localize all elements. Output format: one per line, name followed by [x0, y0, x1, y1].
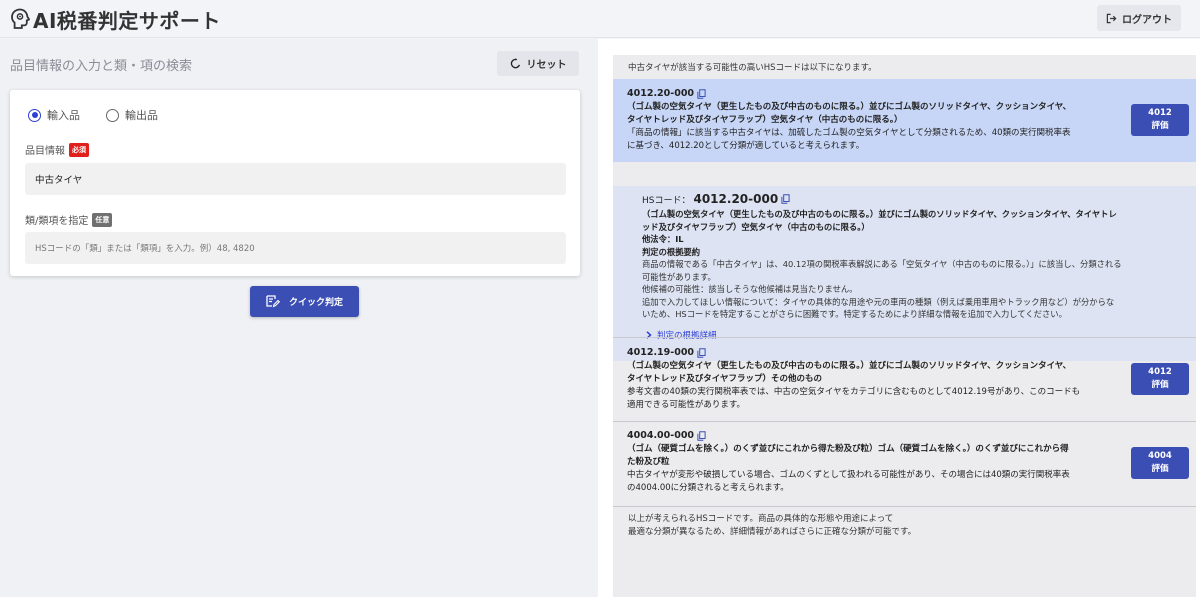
evaluate-button[interactable]: 4012 評価: [1131, 363, 1189, 395]
class-input[interactable]: HSコードの「類」または「類項」を入力。例）48, 4820: [25, 232, 566, 264]
top-bar: AI税番判定サポート ログアウト: [0, 0, 1200, 38]
quick-judge-label: クイック判定: [289, 295, 343, 308]
candidate-title-line: タイヤトレッド及びタイヤフラップ）その他のもの: [627, 374, 822, 384]
reset-label: リセット: [527, 56, 567, 71]
result-intro: 中古タイヤが該当する可能性の高いHSコードは以下になります。: [628, 61, 877, 73]
candidate-code: 4012.19-000: [627, 347, 706, 358]
candidate-title-line: （ゴム（硬質ゴムを除く。）のくず並びにこれから得た粉及び粒）ゴム（硬質ゴムを除く…: [627, 444, 1069, 454]
divider: [613, 506, 1196, 507]
candidate-card[interactable]: 4012.19-000 （ゴム製の空気タイヤ（更生したもの及び中古のものに限る。…: [613, 343, 1196, 425]
app-title: AI税番判定サポート: [33, 5, 221, 34]
candidate-code: 4012.20-000: [627, 88, 706, 99]
divider: [613, 421, 1196, 422]
candidate-card[interactable]: 4012.20-000 （ゴム製の空気タイヤ（更生したもの及び中古のものに限る。…: [613, 79, 1196, 162]
evaluate-label: 評価: [1151, 120, 1168, 133]
closing-line: 最適な分類が異なるため、詳細情報があればさらに正確な分類が可能です。: [628, 527, 916, 537]
detail-code-prefix: HSコード：: [642, 193, 690, 206]
copy-icon[interactable]: [697, 348, 706, 358]
detail-extra-line: 追加で入力してほしい情報について：タイヤの具体的な用途や元の車両の種類（例えば乗…: [642, 297, 1114, 307]
result-closing-note: 以上が考えられるHSコードです。商品の具体的な形態や用途によって 最適な分類が異…: [628, 513, 1128, 539]
input-pane: 品目情報の入力と類・項の検索 リセット 輸入品 輸出品 品目情報 必須 中古タイ…: [0, 39, 598, 597]
export-radio-label[interactable]: 輸出品: [125, 107, 158, 123]
detail-basis-line: 商品の情報である「中古タイヤ」は、40.12項の関税率表解説にある「空気タイヤ（…: [642, 259, 1122, 269]
candidate-description: （ゴム（硬質ゴムを除く。）のくず並びにこれから得た粉及び粒）ゴム（硬質ゴムを除く…: [627, 443, 1117, 495]
evaluate-code: 4012: [1148, 107, 1172, 120]
closing-line: 以上が考えられるHSコードです。商品の具体的な形態や用途によって: [628, 514, 893, 524]
basis-detail-link-text: 判定の根拠詳細: [657, 329, 717, 341]
evaluate-button[interactable]: 4012 評価: [1131, 104, 1189, 136]
class-label-text: 類/類項を指定: [25, 212, 88, 227]
candidate-code-text: 4012.20-000: [627, 88, 694, 99]
detail-basis-line: 可能性があります。: [642, 272, 716, 282]
candidate-code-text: 4004.00-000: [627, 430, 694, 441]
copy-icon[interactable]: [781, 194, 790, 204]
copy-icon[interactable]: [697, 431, 706, 441]
evaluate-code: 4012: [1148, 366, 1172, 379]
detail-hs-code: HSコード： 4012.20-000: [642, 192, 790, 206]
trade-type-radio-group: 輸入品 輸出品: [28, 107, 158, 123]
candidate-card[interactable]: 4004.00-000 （ゴム（硬質ゴムを除く。）のくず並びにこれから得た粉及び…: [613, 426, 1196, 508]
detail-alternatives: 他候補の可能性：該当しそうな他候補は見当たりません。: [642, 284, 857, 294]
logout-button[interactable]: ログアウト: [1097, 5, 1181, 31]
evaluate-button[interactable]: 4004 評価: [1131, 447, 1189, 479]
candidate-title-line: （ゴム製の空気タイヤ（更生したもの及び中古のものに限る。）並びにゴム製のソリッド…: [627, 102, 1071, 112]
detail-code-value: 4012.20-000: [693, 192, 778, 206]
result-panel: 中古タイヤが該当する可能性の高いHSコードは以下になります。 4012.20-0…: [613, 55, 1196, 597]
document-edit-icon: [266, 295, 280, 308]
candidate-description: （ゴム製の空気タイヤ（更生したもの及び中古のものに限る。）並びにゴム製のソリッド…: [627, 101, 1117, 153]
detail-other-law: 他法令：IL: [642, 234, 684, 244]
candidate-code-text: 4012.19-000: [627, 347, 694, 358]
evaluate-label: 評価: [1151, 379, 1168, 392]
item-info-label-text: 品目情報: [25, 142, 65, 157]
section-title: 品目情報の入力と類・項の検索: [10, 55, 192, 74]
detail-body: （ゴム製の空気タイヤ（更生したもの及び中古のものに限る。）並びにゴム製のソリッド…: [642, 208, 1172, 321]
detail-extra-line: いため、HSコードを特定することがさらに困難です。特定するためにより詳細な情報を…: [642, 309, 1067, 319]
reset-button[interactable]: リセット: [497, 51, 579, 76]
candidate-reason-line: 参考文書の40類の実行関税率表では、中古の空気タイヤをカテゴリに含むものとして4…: [627, 387, 1080, 397]
candidate-description: （ゴム製の空気タイヤ（更生したもの及び中古のものに限る。）並びにゴム製のソリッド…: [627, 360, 1117, 412]
detail-desc-line: ッド及びタイヤフラップ）空気タイヤ（中古のものに限る。）: [642, 222, 870, 232]
input-form-card: 輸入品 輸出品 品目情報 必須 中古タイヤ 類/類項を指定 任意 HSコードの「…: [10, 90, 580, 276]
logout-icon: [1106, 13, 1117, 24]
candidate-code: 4004.00-000: [627, 430, 706, 441]
basis-detail-link[interactable]: 判定の根拠詳細: [646, 329, 717, 341]
candidate-title-line: タイヤトレッド及びタイヤフラップ）空気タイヤ（中古のものに限る。）: [627, 115, 903, 125]
import-radio-label[interactable]: 輸入品: [47, 107, 80, 123]
required-badge: 必須: [69, 143, 89, 157]
detail-desc-line: （ゴム製の空気タイヤ（更生したもの及び中古のものに限る。）並びにゴム製のソリッド…: [642, 209, 1117, 219]
export-radio[interactable]: [106, 109, 119, 122]
import-radio[interactable]: [28, 109, 41, 122]
evaluate-code: 4004: [1148, 450, 1172, 463]
divider: [613, 337, 1196, 338]
candidate-reason-line: の4004.00に分類されると考えられます。: [627, 483, 789, 493]
quick-judge-button[interactable]: クイック判定: [250, 286, 359, 317]
candidate-reason-line: に基づき、4012.20として分類が適していると考えられます。: [627, 141, 864, 151]
candidate-reason-line: 「商品の情報」に該当する中古タイヤは、加硫したゴム製の空気タイヤとして分類される…: [627, 128, 1071, 138]
optional-badge: 任意: [92, 213, 112, 227]
class-label: 類/類項を指定 任意: [25, 212, 112, 227]
candidate-reason-line: 適用できる可能性があります。: [627, 400, 745, 410]
candidate-title-line: （ゴム製の空気タイヤ（更生したもの及び中古のものに限る。）並びにゴム製のソリッド…: [627, 361, 1071, 371]
item-info-input[interactable]: 中古タイヤ: [25, 163, 566, 195]
logout-label: ログアウト: [1122, 11, 1172, 26]
candidate-reason-line: 中古タイヤが変形や破損している場合、ゴムのくずとして扱われる可能性があり、その場…: [627, 470, 1070, 480]
detail-basis-heading: 判定の根拠要約: [642, 247, 700, 257]
candidate-title-line: た粉及び粒: [627, 457, 670, 467]
item-info-label: 品目情報 必須: [25, 142, 89, 157]
evaluate-label: 評価: [1151, 463, 1168, 476]
refresh-icon: [510, 58, 521, 69]
candidate-detail-panel: HSコード： 4012.20-000 （ゴム製の空気タイヤ（更生したもの及び中古…: [613, 186, 1196, 361]
copy-icon[interactable]: [697, 89, 706, 99]
ai-head-logo-icon: [8, 7, 32, 31]
